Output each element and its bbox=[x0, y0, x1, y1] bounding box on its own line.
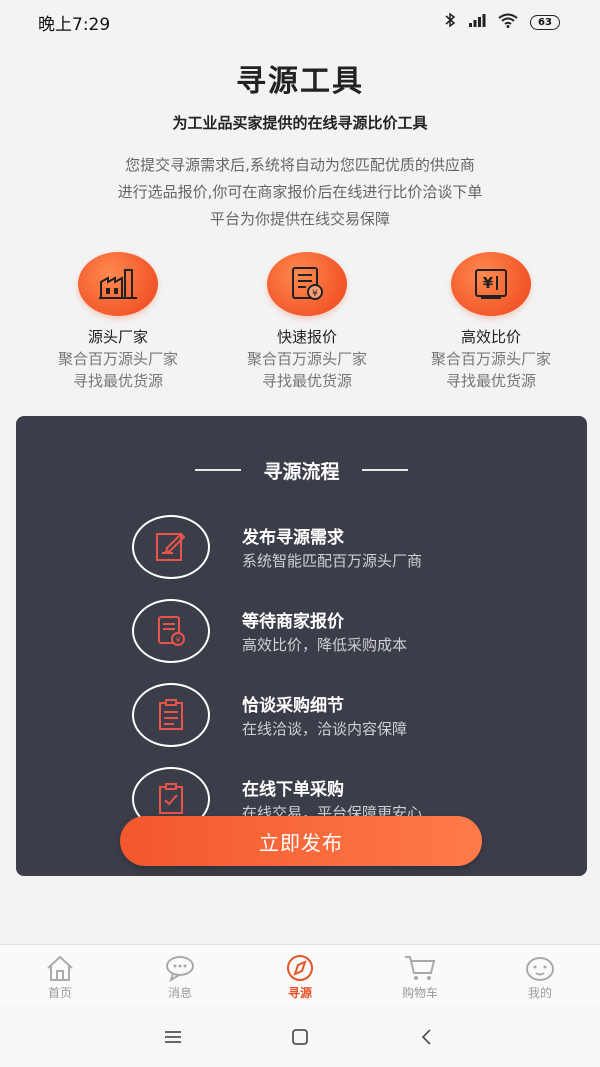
step-desc: 在线洽谈，洽谈内容保障 bbox=[242, 720, 408, 738]
cart-icon bbox=[403, 954, 437, 982]
status-time: 晚上7:29 bbox=[38, 14, 111, 35]
home-square-icon[interactable] bbox=[280, 1017, 320, 1057]
tab-label: 我的 bbox=[527, 986, 552, 1000]
tab-profile[interactable]: 我的 bbox=[480, 945, 600, 1006]
factory-icon bbox=[78, 252, 158, 316]
signal-icon bbox=[468, 13, 486, 31]
tab-bar: 首页 消息 寻源 购物车 我的 bbox=[0, 944, 600, 1006]
feature-desc: 寻找最优货源 bbox=[72, 372, 163, 390]
bluetooth-icon bbox=[444, 12, 456, 32]
tab-label: 购物车 bbox=[401, 986, 438, 1000]
home-icon bbox=[43, 954, 77, 982]
intro-line: 进行选品报价,你可在商家报价后在线进行比价洽谈下单 bbox=[117, 183, 483, 201]
tab-home[interactable]: 首页 bbox=[0, 945, 120, 1006]
step-title: 在线下单采购 bbox=[242, 780, 344, 800]
process-card: 寻源流程 发布寻源需求 系统智能匹配百万源头厂商 ¥ 等待商家报价 高效比价，降… bbox=[16, 416, 587, 876]
svg-text:¥: ¥ bbox=[312, 289, 318, 299]
tab-label: 寻源 bbox=[287, 986, 312, 1000]
feature-desc: 聚合百万源头厂家 bbox=[430, 350, 551, 368]
process-step-publish: 发布寻源需求 系统智能匹配百万源头厂商 bbox=[132, 515, 552, 585]
svg-text:¥: ¥ bbox=[175, 636, 180, 645]
feature-desc: 寻找最优货源 bbox=[445, 372, 536, 390]
system-nav-bar bbox=[0, 1006, 600, 1067]
process-header: 寻源流程 bbox=[16, 456, 587, 484]
tab-label: 消息 bbox=[167, 986, 192, 1000]
feature-desc: 聚合百万源头厂家 bbox=[57, 350, 178, 368]
process-step-quote: ¥ 等待商家报价 高效比价，降低采购成本 bbox=[132, 599, 552, 669]
divider-line bbox=[195, 469, 242, 471]
tab-cart[interactable]: 购物车 bbox=[360, 945, 480, 1006]
feature-price-compare: ¥ 高效比价 聚合百万源头厂家 寻找最优货源 bbox=[406, 252, 576, 392]
quote-icon: ¥ bbox=[132, 599, 210, 663]
wifi-icon bbox=[498, 13, 518, 32]
process-step-negotiate: 恰谈采购细节 在线洽谈，洽谈内容保障 bbox=[132, 683, 552, 753]
feature-desc: 寻找最优货源 bbox=[261, 372, 352, 390]
step-desc: 高效比价，降低采购成本 bbox=[242, 636, 408, 654]
page-title: 寻源工具 bbox=[236, 64, 364, 99]
intro-line: 您提交寻源需求后,系统将自动为您匹配优质的供应商 bbox=[125, 156, 475, 174]
feature-name: 快速报价 bbox=[276, 328, 337, 346]
step-desc: 系统智能匹配百万源头厂商 bbox=[242, 552, 423, 570]
process-title: 寻源流程 bbox=[263, 460, 340, 483]
step-title: 等待商家报价 bbox=[242, 612, 344, 632]
feature-list: 源头厂家 聚合百万源头厂家 寻找最优货源 ¥ 快速报价 聚合百万源头厂家 寻找最… bbox=[0, 252, 600, 402]
battery-icon: 63 bbox=[530, 14, 560, 30]
compass-icon bbox=[283, 954, 317, 982]
status-bar: 晚上7:29 63 bbox=[0, 0, 600, 44]
feature-source-factory: 源头厂家 聚合百万源头厂家 寻找最优货源 bbox=[33, 252, 203, 392]
divider-line bbox=[361, 469, 408, 471]
back-icon[interactable] bbox=[407, 1017, 447, 1057]
clipboard-icon bbox=[132, 683, 210, 747]
tab-sourcing[interactable]: 寻源 bbox=[240, 945, 360, 1006]
tab-label: 首页 bbox=[47, 986, 72, 1000]
step-title: 发布寻源需求 bbox=[242, 528, 344, 548]
message-icon bbox=[163, 954, 197, 982]
intro-text: 您提交寻源需求后,系统将自动为您匹配优质的供应商 进行选品报价,你可在商家报价后… bbox=[0, 152, 600, 233]
profile-icon bbox=[523, 954, 557, 982]
svg-text:¥: ¥ bbox=[483, 274, 494, 292]
menu-icon[interactable] bbox=[153, 1017, 193, 1057]
feature-desc: 聚合百万源头厂家 bbox=[246, 350, 367, 368]
page-subtitle: 为工业品买家提供的在线寻源比价工具 bbox=[172, 114, 428, 132]
edit-form-icon bbox=[132, 515, 210, 579]
feature-fast-quote: ¥ 快速报价 聚合百万源头厂家 寻找最优货源 bbox=[222, 252, 392, 392]
publish-button[interactable]: 立即发布 bbox=[120, 816, 482, 866]
status-icons: 63 bbox=[444, 12, 560, 32]
feature-name: 高效比价 bbox=[460, 328, 521, 346]
tab-messages[interactable]: 消息 bbox=[120, 945, 240, 1006]
price-compare-icon: ¥ bbox=[451, 252, 531, 316]
quote-document-icon: ¥ bbox=[267, 252, 347, 316]
feature-name: 源头厂家 bbox=[87, 328, 148, 346]
intro-line: 平台为你提供在线交易保障 bbox=[209, 210, 390, 228]
step-title: 恰谈采购细节 bbox=[242, 696, 344, 716]
